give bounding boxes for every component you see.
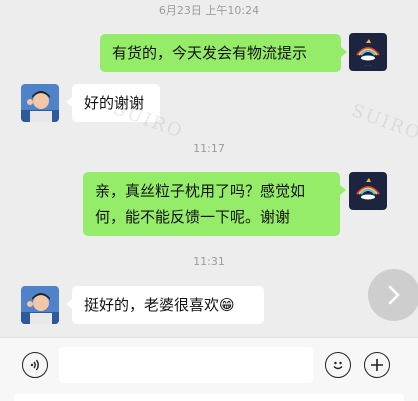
message-input[interactable] — [59, 347, 313, 383]
timestamp-3: 11:31 — [193, 255, 225, 268]
smiley-icon[interactable] — [325, 352, 351, 378]
my-avatar[interactable]: · · · — [349, 33, 387, 71]
message-text: 挺好的，老婆很喜欢 — [84, 296, 220, 314]
plus-icon[interactable] — [364, 352, 390, 378]
message-text: 好的谢谢 — [84, 94, 145, 112]
message-text-line-2: 何，能不能反馈一下呢。谢谢 — [95, 208, 291, 226]
chevron-right-icon — [388, 285, 400, 305]
sent-message-bubble[interactable]: 亲，真丝粒子枕用了吗？感觉如 何，能不能反馈一下呢。谢谢 — [83, 172, 346, 236]
received-message-bubble[interactable]: 挺好的，老婆很喜欢😁 — [66, 286, 264, 324]
timestamp-1: 6月23日 上午10:24 — [158, 4, 260, 17]
grin-emoji-icon: 😁 — [219, 296, 235, 314]
received-message-bubble[interactable]: 好的谢谢 — [66, 84, 160, 122]
svg-text:· · ·: · · · — [365, 63, 371, 68]
next-arrow-button[interactable] — [368, 269, 418, 321]
message-text-line-1: 亲，真丝粒子枕用了吗？感觉如 — [95, 182, 306, 200]
contact-avatar[interactable] — [21, 84, 59, 122]
sent-message-bubble[interactable]: 有货的，今天发会有物流提示 — [100, 34, 347, 72]
contact-avatar[interactable] — [21, 286, 59, 324]
input-bar — [0, 337, 418, 401]
my-avatar[interactable] — [349, 172, 387, 210]
timestamp-2: 11:17 — [193, 142, 225, 155]
voice-icon[interactable] — [22, 352, 48, 378]
bottom-strip — [14, 394, 404, 401]
message-text: 有货的，今天发会有物流提示 — [112, 44, 308, 62]
chat-area: 6月23日 上午10:24 有货的，今天发会有物流提示 · · · 好的谢谢 1… — [0, 0, 418, 337]
watermark: SUIRO — [348, 100, 418, 145]
